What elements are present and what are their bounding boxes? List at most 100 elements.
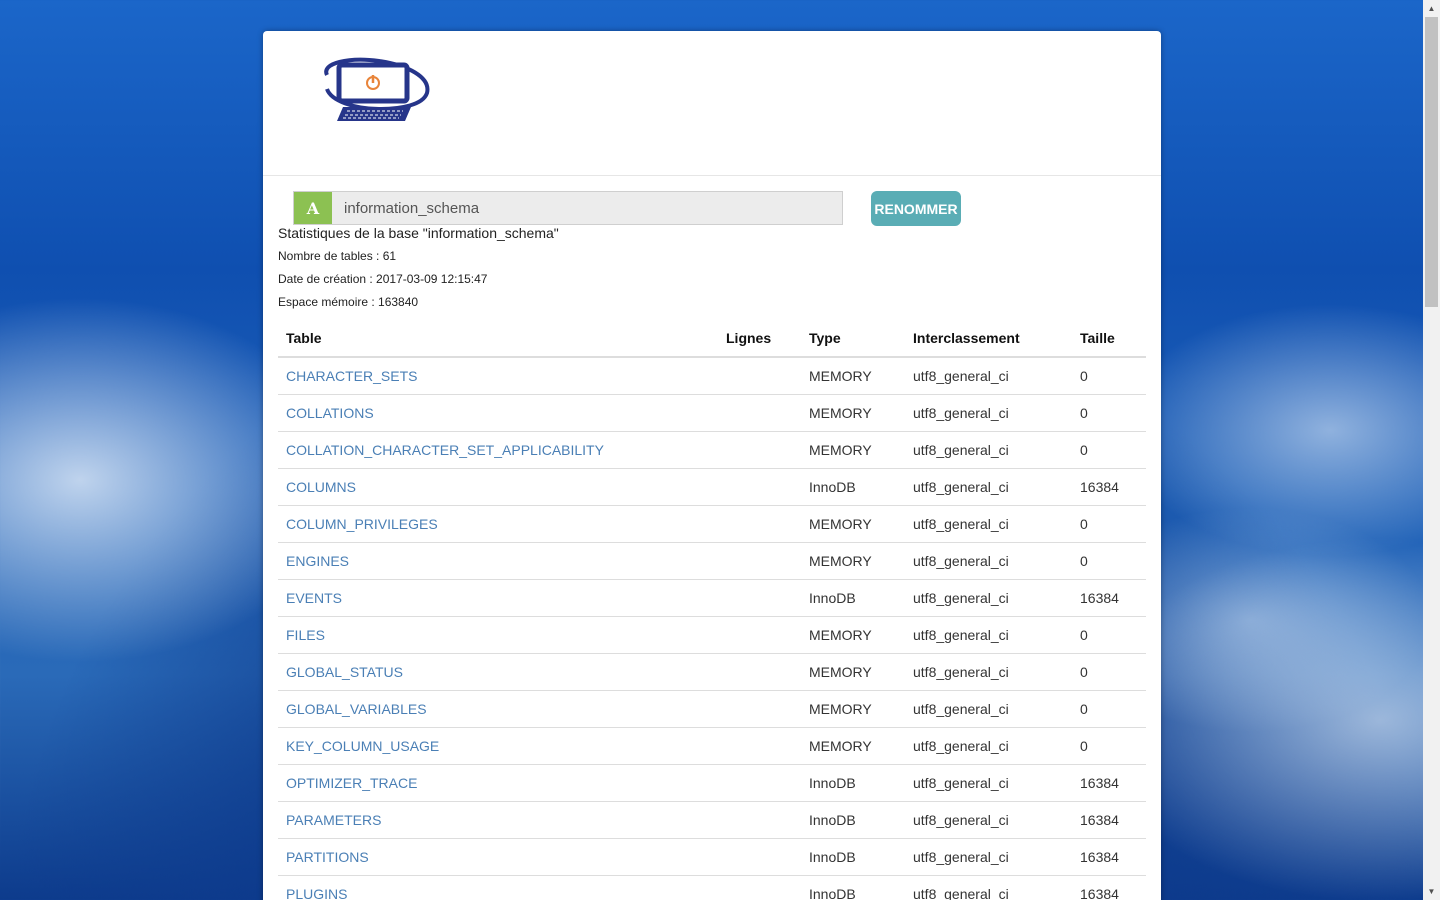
lignes-cell: [718, 394, 801, 432]
type-cell: MEMORY: [801, 653, 905, 691]
table-row: PARAMETERS InnoDB utf8_general_ci 16384: [278, 801, 1146, 839]
table-row: COLLATION_CHARACTER_SET_APPLICABILITY ME…: [278, 431, 1146, 469]
collation-cell: utf8_general_ci: [905, 357, 1072, 395]
table-name-cell: GLOBAL_VARIABLES: [278, 690, 718, 728]
table-link[interactable]: FILES: [286, 627, 325, 643]
collation-cell: utf8_general_ci: [905, 764, 1072, 802]
lignes-cell: [718, 542, 801, 580]
size-cell: 16384: [1072, 838, 1146, 876]
table-link[interactable]: EVENTS: [286, 590, 342, 606]
collation-cell: utf8_general_ci: [905, 431, 1072, 469]
header-lignes: Lignes: [718, 320, 801, 358]
vertical-scrollbar[interactable]: ▲ ▼: [1423, 0, 1440, 900]
collation-cell: utf8_general_ci: [905, 579, 1072, 617]
size-cell: 0: [1072, 505, 1146, 543]
table-row: OPTIMIZER_TRACE InnoDB utf8_general_ci 1…: [278, 764, 1146, 802]
collation-cell: utf8_general_ci: [905, 875, 1072, 900]
table-name-cell: PARAMETERS: [278, 801, 718, 839]
header-type: Type: [801, 320, 905, 358]
collation-cell: utf8_general_ci: [905, 616, 1072, 654]
type-cell: MEMORY: [801, 431, 905, 469]
table-name-cell: PLUGINS: [278, 875, 718, 900]
db-name-input-group: A: [293, 191, 843, 225]
table-link[interactable]: COLUMNS: [286, 479, 356, 495]
table-link[interactable]: COLLATIONS: [286, 405, 374, 421]
stats-title: Statistiques de la base "information_sch…: [278, 225, 559, 241]
table-link[interactable]: OPTIMIZER_TRACE: [286, 775, 417, 791]
size-cell: 0: [1072, 394, 1146, 432]
type-cell: MEMORY: [801, 690, 905, 728]
type-cell: InnoDB: [801, 875, 905, 900]
table-header-row: Table Lignes Type Interclassement Taille: [278, 320, 1146, 358]
collation-cell: utf8_general_ci: [905, 653, 1072, 691]
table-name-cell: COLLATION_CHARACTER_SET_APPLICABILITY: [278, 431, 718, 469]
table-row: PARTITIONS InnoDB utf8_general_ci 16384: [278, 838, 1146, 876]
collation-cell: utf8_general_ci: [905, 394, 1072, 432]
lignes-cell: [718, 431, 801, 469]
table-link[interactable]: KEY_COLUMN_USAGE: [286, 738, 439, 754]
table-name-cell: CHARACTER_SETS: [278, 357, 718, 395]
table-name-cell: FILES: [278, 616, 718, 654]
type-cell: MEMORY: [801, 727, 905, 765]
header-table: Table: [278, 320, 718, 358]
lignes-cell: [718, 727, 801, 765]
table-body: CHARACTER_SETS MEMORY utf8_general_ci 0 …: [278, 357, 1146, 900]
size-cell: 0: [1072, 542, 1146, 580]
table-row: COLUMNS InnoDB utf8_general_ci 16384: [278, 468, 1146, 506]
table-row: COLLATIONS MEMORY utf8_general_ci 0: [278, 394, 1146, 432]
lignes-cell: [718, 764, 801, 802]
page-header: [263, 31, 1161, 176]
type-cell: MEMORY: [801, 394, 905, 432]
scroll-down-icon[interactable]: ▼: [1423, 883, 1440, 900]
table-link[interactable]: GLOBAL_VARIABLES: [286, 701, 427, 717]
table-link[interactable]: CHARACTER_SETS: [286, 368, 417, 384]
table-link[interactable]: COLLATION_CHARACTER_SET_APPLICABILITY: [286, 442, 604, 458]
table-link[interactable]: PARAMETERS: [286, 812, 381, 828]
collation-cell: utf8_general_ci: [905, 505, 1072, 543]
table-name-cell: COLUMNS: [278, 468, 718, 506]
size-cell: 16384: [1072, 468, 1146, 506]
collation-cell: utf8_general_ci: [905, 542, 1072, 580]
table-name-cell: OPTIMIZER_TRACE: [278, 764, 718, 802]
memory-space: Espace mémoire : 163840: [278, 295, 419, 309]
scroll-up-icon[interactable]: ▲: [1423, 0, 1440, 17]
table-link[interactable]: COLUMN_PRIVILEGES: [286, 516, 438, 532]
scrollbar-thumb[interactable]: [1425, 17, 1438, 307]
tables-count: Nombre de tables : 61: [278, 249, 397, 263]
table-link[interactable]: PLUGINS: [286, 886, 347, 900]
rename-button[interactable]: RENOMMER: [871, 191, 961, 226]
table-name-cell: COLUMN_PRIVILEGES: [278, 505, 718, 543]
collation-cell: utf8_general_ci: [905, 838, 1072, 876]
type-cell: InnoDB: [801, 801, 905, 839]
table-link[interactable]: ENGINES: [286, 553, 349, 569]
collation-cell: utf8_general_ci: [905, 801, 1072, 839]
lignes-cell: [718, 579, 801, 617]
lignes-cell: [718, 875, 801, 900]
tables-list: Table Lignes Type Interclassement Taille…: [278, 320, 1146, 900]
type-cell: MEMORY: [801, 542, 905, 580]
lignes-cell: [718, 468, 801, 506]
lignes-cell: [718, 690, 801, 728]
text-icon: A: [294, 192, 332, 224]
table-link[interactable]: GLOBAL_STATUS: [286, 664, 403, 680]
size-cell: 0: [1072, 616, 1146, 654]
type-cell: InnoDB: [801, 838, 905, 876]
lignes-cell: [718, 653, 801, 691]
type-cell: InnoDB: [801, 468, 905, 506]
type-cell: InnoDB: [801, 579, 905, 617]
header-interclassement: Interclassement: [905, 320, 1072, 358]
table-row: FILES MEMORY utf8_general_ci 0: [278, 616, 1146, 654]
collation-cell: utf8_general_ci: [905, 690, 1072, 728]
type-cell: MEMORY: [801, 357, 905, 395]
table-row: EVENTS InnoDB utf8_general_ci 16384: [278, 579, 1146, 617]
lignes-cell: [718, 801, 801, 839]
database-name-input[interactable]: [332, 192, 836, 224]
lignes-cell: [718, 838, 801, 876]
power-monitor-logo-icon[interactable]: [319, 53, 431, 123]
table-link[interactable]: PARTITIONS: [286, 849, 369, 865]
size-cell: 0: [1072, 690, 1146, 728]
table-row: GLOBAL_VARIABLES MEMORY utf8_general_ci …: [278, 690, 1146, 728]
lignes-cell: [718, 616, 801, 654]
table-name-cell: KEY_COLUMN_USAGE: [278, 727, 718, 765]
type-cell: MEMORY: [801, 616, 905, 654]
